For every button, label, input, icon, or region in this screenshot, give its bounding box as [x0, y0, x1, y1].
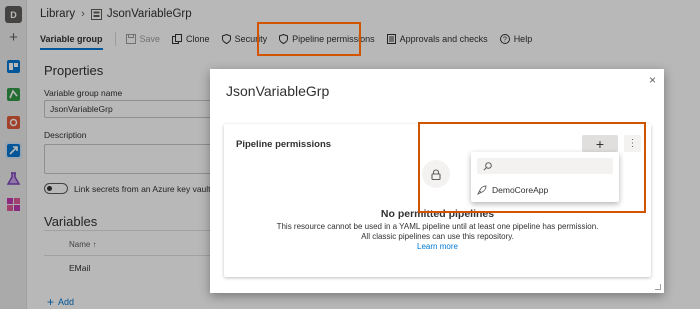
- empty-state-line-1: This resource cannot be used in a YAML p…: [276, 222, 599, 231]
- empty-state-line-2: All classic pipelines can use this repos…: [361, 232, 514, 241]
- plus-icon: +: [595, 135, 605, 152]
- learn-more-link[interactable]: Learn more: [224, 242, 651, 251]
- search-icon: [483, 161, 492, 171]
- pipeline-picker-dropdown: DemoCoreApp: [471, 152, 619, 202]
- dialog-title: JsonVariableGrp: [226, 83, 330, 99]
- pipeline-option-label: DemoCoreApp: [492, 185, 549, 195]
- more-vertical-icon: ⋮: [627, 138, 638, 149]
- card-title: Pipeline permissions: [236, 139, 332, 150]
- close-icon[interactable]: ×: [649, 73, 656, 87]
- pipeline-search-input[interactable]: [496, 161, 606, 171]
- add-pipeline-button[interactable]: +: [582, 135, 618, 152]
- more-options-button[interactable]: ⋮: [624, 135, 641, 152]
- rocket-icon: [477, 185, 487, 195]
- lock-icon: [422, 160, 450, 188]
- pipeline-option[interactable]: DemoCoreApp: [477, 185, 548, 195]
- empty-state-title: No permitted pipelines: [380, 208, 495, 220]
- pipeline-search-box[interactable]: [477, 158, 613, 174]
- resize-grip-icon[interactable]: [655, 284, 661, 290]
